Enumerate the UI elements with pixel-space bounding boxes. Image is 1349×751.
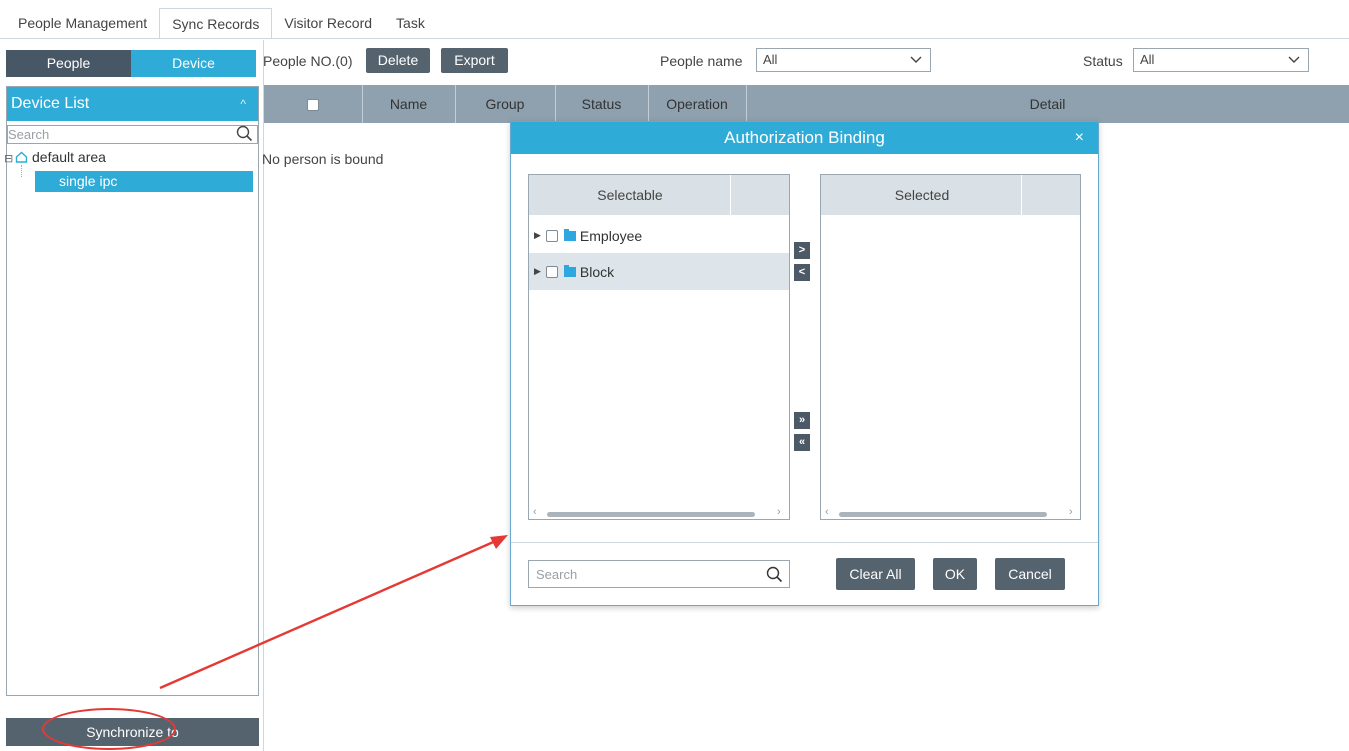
annotation-arrow — [159, 535, 508, 690]
